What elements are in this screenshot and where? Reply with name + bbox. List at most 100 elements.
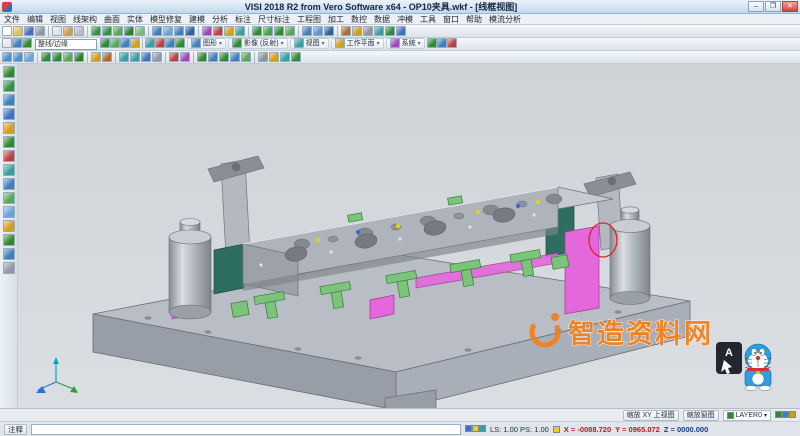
toolbar-icon[interactable] bbox=[437, 38, 447, 48]
toolbar-icon[interactable] bbox=[185, 26, 195, 36]
menu-item[interactable]: 分析 bbox=[212, 14, 228, 25]
menu-item[interactable]: 标注 bbox=[235, 14, 251, 25]
maximize-button[interactable]: ❐ bbox=[765, 1, 781, 12]
menu-item[interactable]: 视图 bbox=[50, 14, 66, 25]
toolbar-icon[interactable] bbox=[145, 38, 155, 48]
toolbar-icon[interactable] bbox=[3, 248, 15, 260]
minimize-button[interactable]: – bbox=[748, 1, 764, 12]
toolbar-icon[interactable] bbox=[3, 178, 15, 190]
toolbar-icon[interactable] bbox=[263, 26, 273, 36]
menu-item[interactable]: 尺寸标注 bbox=[258, 14, 290, 25]
toolbar-icon[interactable] bbox=[102, 52, 112, 62]
toolbar-icon[interactable] bbox=[124, 26, 134, 36]
toolbar-icon[interactable] bbox=[3, 66, 15, 78]
coordinate-mode-icon[interactable] bbox=[553, 426, 560, 433]
layer-selector[interactable]: LAYER0 ▾ bbox=[723, 410, 771, 421]
toolbar-icon[interactable] bbox=[175, 38, 185, 48]
toolbar-icon[interactable] bbox=[113, 26, 123, 36]
toolbar-icon[interactable] bbox=[789, 411, 796, 418]
toolbar-icon[interactable] bbox=[63, 52, 73, 62]
toolbar-icon[interactable] bbox=[230, 52, 240, 62]
menu-item[interactable]: 窗口 bbox=[443, 14, 459, 25]
toolbar-icon[interactable] bbox=[100, 38, 110, 48]
toolbar-icon[interactable] bbox=[3, 262, 15, 274]
zoom-window-button[interactable]: 缩放窗图 bbox=[683, 410, 719, 421]
toolbar-dropdown[interactable]: 图形▾ bbox=[187, 38, 226, 49]
menu-item[interactable]: 数控 bbox=[351, 14, 367, 25]
toolbar-icon[interactable] bbox=[202, 26, 212, 36]
toolbar-icon[interactable] bbox=[252, 26, 262, 36]
toolbar-icon[interactable] bbox=[3, 136, 15, 148]
toolbar-icon[interactable] bbox=[385, 26, 395, 36]
menu-item[interactable]: 模型修复 bbox=[150, 14, 182, 25]
toolbar-icon[interactable] bbox=[280, 52, 290, 62]
toolbar-icon[interactable] bbox=[219, 52, 229, 62]
3d-viewport[interactable]: 智造资料网 A bbox=[18, 64, 800, 408]
toolbar-icon[interactable] bbox=[12, 38, 22, 48]
toolbar-icon[interactable] bbox=[3, 150, 15, 162]
toolbar-icon[interactable] bbox=[110, 38, 120, 48]
toolbar-icon[interactable] bbox=[24, 26, 34, 36]
toolbar-icon[interactable] bbox=[427, 38, 437, 48]
toolbar-icon[interactable] bbox=[3, 220, 15, 232]
toolbar-icon[interactable] bbox=[13, 26, 23, 36]
menu-item[interactable]: 数据 bbox=[374, 14, 390, 25]
menu-item[interactable]: 加工 bbox=[328, 14, 344, 25]
menu-item[interactable]: 冲模 bbox=[397, 14, 413, 25]
toolbar-icon[interactable] bbox=[302, 26, 312, 36]
menu-item[interactable]: 文件 bbox=[4, 14, 20, 25]
toolbar-icon[interactable] bbox=[22, 38, 32, 48]
toolbar-icon[interactable] bbox=[479, 425, 486, 432]
toolbar-icon[interactable] bbox=[363, 26, 373, 36]
menu-item[interactable]: 工具 bbox=[420, 14, 436, 25]
close-button[interactable]: ✕ bbox=[782, 1, 798, 12]
toolbar-icon[interactable] bbox=[208, 52, 218, 62]
toolbar-icon[interactable] bbox=[2, 26, 12, 36]
toolbar-icon[interactable] bbox=[163, 26, 173, 36]
toolbar-icon[interactable] bbox=[2, 38, 12, 48]
toolbar-icon[interactable] bbox=[74, 26, 84, 36]
toolbar-icon[interactable] bbox=[152, 52, 162, 62]
menu-item[interactable]: 曲面 bbox=[104, 14, 120, 25]
toolbar-icon[interactable] bbox=[102, 26, 112, 36]
toolbar-icon[interactable] bbox=[3, 94, 15, 106]
toolbar-icon[interactable] bbox=[258, 52, 268, 62]
support-cylinder-left[interactable] bbox=[169, 219, 211, 320]
toolbar-icon[interactable] bbox=[152, 26, 162, 36]
toolbar-icon[interactable] bbox=[396, 26, 406, 36]
menu-item[interactable]: 实体 bbox=[127, 14, 143, 25]
toolbar-icon[interactable] bbox=[341, 26, 351, 36]
toolbar-icon[interactable] bbox=[197, 52, 207, 62]
note-button[interactable]: 注释 bbox=[4, 424, 27, 435]
toolbar-icon[interactable] bbox=[3, 192, 15, 204]
toolbar-dropdown[interactable]: 影像 (反射)▾ bbox=[228, 38, 288, 49]
selection-filter-field[interactable]: 整线/边缘 bbox=[35, 39, 97, 50]
toolbar-icon[interactable] bbox=[291, 52, 301, 62]
toolbar-icon[interactable] bbox=[180, 52, 190, 62]
toolbar-icon[interactable] bbox=[213, 26, 223, 36]
toolbar-dropdown[interactable]: 视图▾ bbox=[290, 38, 329, 49]
toolbar-icon[interactable] bbox=[3, 234, 15, 246]
toolbar-icon[interactable] bbox=[3, 164, 15, 176]
toolbar-icon[interactable] bbox=[135, 26, 145, 36]
menu-item[interactable]: 建模 bbox=[189, 14, 205, 25]
note-input[interactable] bbox=[31, 424, 461, 435]
toolbar-icon[interactable] bbox=[324, 26, 334, 36]
toolbar-icon[interactable] bbox=[472, 425, 479, 432]
toolbar-icon[interactable] bbox=[2, 52, 12, 62]
menu-item[interactable]: 线架构 bbox=[73, 14, 97, 25]
toolbar-icon[interactable] bbox=[782, 411, 789, 418]
toolbar-icon[interactable] bbox=[235, 26, 245, 36]
toolbar-icon[interactable] bbox=[465, 425, 472, 432]
toolbar-icon[interactable] bbox=[775, 411, 782, 418]
toolbar-icon[interactable] bbox=[374, 26, 384, 36]
toolbar-icon[interactable] bbox=[63, 26, 73, 36]
toolbar-icon[interactable] bbox=[74, 52, 84, 62]
toolbar-icon[interactable] bbox=[3, 206, 15, 218]
toolbar-icon[interactable] bbox=[241, 52, 251, 62]
toolbar-icon[interactable] bbox=[155, 38, 165, 48]
toolbar-icon[interactable] bbox=[13, 52, 23, 62]
toolbar-icon[interactable] bbox=[447, 38, 457, 48]
toolbar-icon[interactable] bbox=[174, 26, 184, 36]
menu-item[interactable]: 工程图 bbox=[297, 14, 321, 25]
